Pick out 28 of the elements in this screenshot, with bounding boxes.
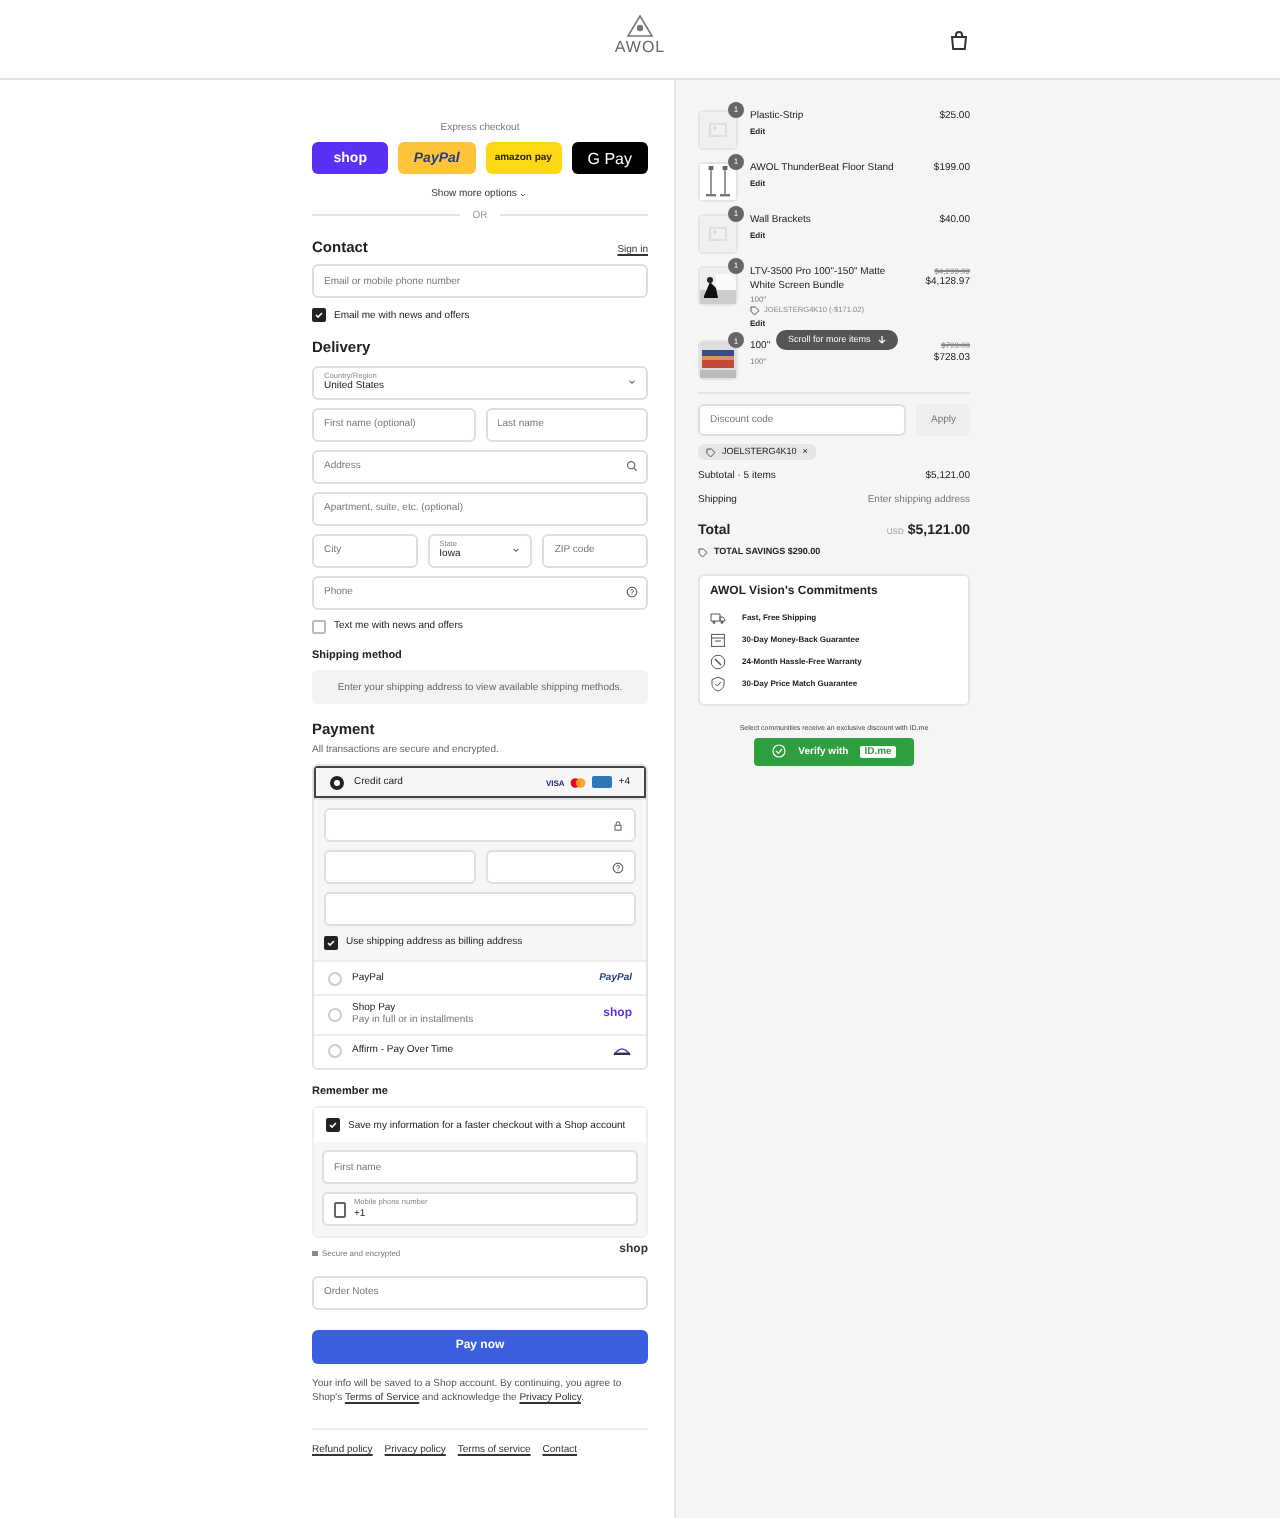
name-on-card-field[interactable] [324, 892, 636, 926]
check-circle-icon [772, 744, 787, 758]
security-code-field[interactable] [485, 850, 636, 884]
help-icon[interactable] [626, 586, 638, 598]
mastercard-icon [570, 777, 587, 787]
card-number-field[interactable] [324, 808, 636, 842]
arrow-down-icon [878, 335, 887, 344]
logo[interactable]: AWOL [612, 14, 668, 56]
help-icon[interactable] [612, 862, 624, 874]
checkbox[interactable] [312, 619, 326, 633]
expiry-field[interactable] [324, 850, 475, 884]
tag-icon [750, 306, 760, 317]
tag-icon [706, 447, 716, 458]
cart-icon[interactable] [950, 30, 968, 50]
affirm-logo-icon [612, 1046, 632, 1056]
radio-button[interactable] [330, 775, 344, 789]
phone-icon [334, 1201, 346, 1218]
caret-icon [626, 376, 638, 388]
checkbox[interactable] [326, 1118, 340, 1133]
truck-icon [710, 609, 726, 626]
search-icon[interactable] [626, 460, 638, 472]
caret-icon [510, 544, 523, 556]
shield-icon [710, 675, 726, 692]
card-brand-icon [592, 776, 613, 788]
checkbox[interactable] [324, 936, 338, 950]
payment-button[interactable]: G Pay [571, 142, 648, 175]
checkbox[interactable] [312, 308, 326, 323]
tag-icon [698, 547, 708, 558]
